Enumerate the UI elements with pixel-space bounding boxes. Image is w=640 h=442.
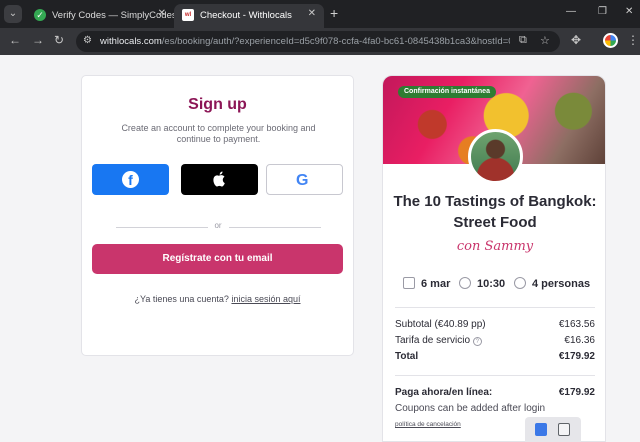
- facebook-icon: f: [122, 171, 139, 188]
- floating-tray: [525, 417, 581, 442]
- browser-menu-icon[interactable]: ⋮: [627, 33, 639, 47]
- apple-login-button[interactable]: [181, 164, 258, 195]
- simplycodes-favicon-icon: ✓: [34, 9, 46, 21]
- back-icon[interactable]: ←: [9, 33, 21, 47]
- help-icon[interactable]: ?: [472, 337, 482, 346]
- booking-summary-card: Confirmación instantánea The 10 Tastings…: [382, 75, 606, 442]
- coupons-note: Coupons can be added after login: [395, 403, 546, 414]
- tab-verify-codes[interactable]: ✓ Verify Codes — SimplyCodes ✕: [26, 4, 177, 28]
- new-tab-icon[interactable]: +: [330, 5, 338, 21]
- usb-icon[interactable]: [558, 423, 570, 436]
- tab-checkout[interactable]: wl Checkout - Withlocals ✕: [174, 4, 324, 28]
- withlocals-favicon-icon: wl: [182, 9, 194, 21]
- restore-icon[interactable]: ❐: [598, 6, 607, 17]
- bookmark-star-icon[interactable]: ☆: [540, 34, 550, 47]
- person-icon: [514, 277, 526, 289]
- login-link[interactable]: inicia sesión aquí: [231, 294, 300, 304]
- minimize-icon[interactable]: —: [566, 6, 576, 17]
- signup-title: Sign up: [188, 96, 247, 113]
- host-name: con Sammy: [456, 239, 534, 254]
- extensions-icon[interactable]: ✥: [571, 33, 581, 47]
- host-avatar: [468, 129, 523, 184]
- google-login-button[interactable]: G: [266, 164, 343, 195]
- address-bar-row: ← → ↻ ⚙ withlocals.com/es/booking/auth/?…: [0, 28, 640, 55]
- close-tab-icon[interactable]: ✕: [308, 8, 316, 19]
- calendar-icon: [403, 277, 415, 289]
- cast-icon[interactable]: ⧉: [519, 34, 527, 47]
- booking-people: 4 personas: [514, 277, 590, 290]
- divider-right: [229, 227, 321, 228]
- site-info-icon[interactable]: ⚙: [83, 35, 92, 46]
- close-window-icon[interactable]: ✕: [625, 6, 633, 17]
- browser-tab-bar: ⌄ ✓ Verify Codes — SimplyCodes ✕ wl Chec…: [0, 0, 640, 28]
- url-text: withlocals.com/es/booking/auth/?experien…: [100, 36, 510, 47]
- instant-confirmation-badge: Confirmación instantánea: [398, 86, 496, 98]
- close-tab-icon[interactable]: ✕: [158, 8, 166, 19]
- booking-time: 10:30: [459, 277, 505, 290]
- divider: [395, 307, 595, 308]
- signup-card: Sign up Create an account to complete yo…: [81, 75, 354, 356]
- signup-subtitle: Create an account to complete your booki…: [121, 123, 316, 144]
- reload-icon[interactable]: ↻: [54, 33, 64, 47]
- divider: [395, 375, 595, 376]
- or-label: or: [214, 221, 222, 230]
- cancellation-policy-link[interactable]: política de cancelación: [395, 421, 461, 428]
- login-prompt: ¿Ya tienes una cuenta? inicia sesión aqu…: [82, 294, 353, 304]
- divider-left: [116, 227, 208, 228]
- tab-search-icon[interactable]: ⌄: [4, 5, 22, 23]
- have-account-text: ¿Ya tienes una cuenta?: [134, 294, 229, 304]
- clock-icon: [459, 277, 471, 289]
- booking-date: 6 mar: [403, 277, 450, 290]
- translate-icon[interactable]: [535, 423, 547, 436]
- signup-email-button[interactable]: Regístrate con tu email: [92, 244, 343, 274]
- tab-title: Checkout - Withlocals: [200, 10, 292, 21]
- forward-icon[interactable]: →: [32, 33, 44, 47]
- apple-icon: [213, 171, 225, 187]
- url-input[interactable]: ⚙ withlocals.com/es/booking/auth/?experi…: [76, 31, 560, 52]
- google-icon: G: [296, 172, 309, 189]
- tour-title: The 10 Tastings of Bangkok: Street Food: [393, 193, 597, 231]
- facebook-login-button[interactable]: f: [92, 164, 169, 195]
- profile-avatar-icon[interactable]: [603, 33, 618, 48]
